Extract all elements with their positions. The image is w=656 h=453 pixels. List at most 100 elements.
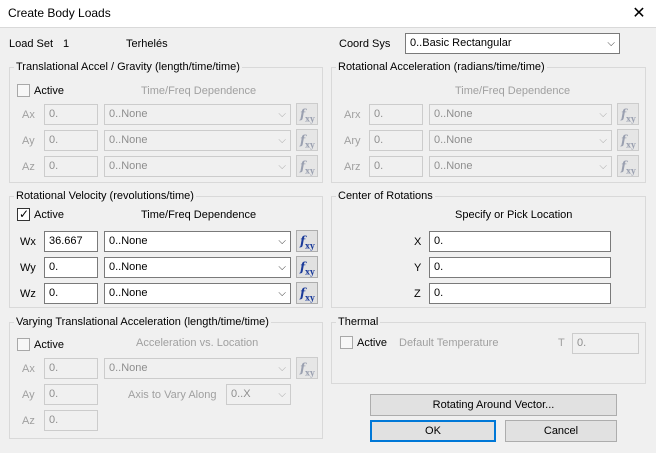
thermal-t-label: T [558, 337, 565, 349]
center-subtitle: Specify or Pick Location [455, 209, 573, 221]
thermal-title: Thermal [336, 315, 381, 329]
coord-sys-value: 0..Basic Rectangular [410, 37, 512, 49]
wy-label: Wy [20, 262, 36, 274]
varying-function-xy-icon[interactable]: fxy [296, 357, 318, 379]
thermal-temp-label: Default Temperature [399, 337, 499, 349]
varying-az-input[interactable]: 0. [44, 410, 98, 431]
az-input[interactable]: 0. [44, 156, 98, 177]
chevron-down-icon: ⌵ [278, 389, 286, 400]
varying-axis-value: 0..X [231, 388, 251, 400]
ax-label: Ax [22, 109, 35, 121]
translational-dependence-label: Time/Freq Dependence [141, 85, 257, 97]
rotating-around-vector-button[interactable]: Rotating Around Vector... [370, 394, 617, 416]
wy-function-value: 0..None [109, 261, 148, 273]
center-x-input[interactable]: 0. [429, 231, 611, 252]
chevron-down-icon: ⌵ [599, 109, 607, 120]
varying-title: Varying Translational Acceleration (leng… [14, 315, 271, 329]
az-label: Az [22, 161, 35, 173]
az-function-select[interactable]: 0..None ⌵ [104, 156, 291, 177]
wz-function-select[interactable]: 0..None ⌵ [104, 283, 291, 304]
ay-function-value: 0..None [109, 134, 148, 146]
wy-input[interactable]: 0. [44, 257, 98, 278]
wx-label: Wx [20, 236, 36, 248]
translational-title: Translational Accel / Gravity (length/ti… [14, 60, 242, 74]
thermal-active-checkbox[interactable] [340, 336, 353, 349]
arx-function-value: 0..None [434, 108, 473, 120]
thermal-active-label: Active [357, 337, 387, 349]
wx-function-select[interactable]: 0..None ⌵ [104, 231, 291, 252]
varying-ax-input[interactable]: 0. [44, 358, 98, 379]
ary-function-xy-icon[interactable]: fxy [617, 129, 639, 151]
wx-function-value: 0..None [109, 235, 148, 247]
chevron-down-icon: ⌵ [278, 135, 286, 146]
varying-accel-label: Acceleration vs. Location [136, 337, 259, 349]
center-title: Center of Rotations [336, 189, 435, 203]
chevron-down-icon: ⌵ [607, 38, 615, 49]
rotational-velocity-active-checkbox[interactable]: ✓ [17, 207, 30, 221]
chevron-down-icon: ⌵ [278, 161, 286, 172]
thermal-t-input[interactable]: 0. [572, 333, 639, 354]
ay-function-select[interactable]: 0..None ⌵ [104, 130, 291, 151]
ok-button[interactable]: OK [370, 420, 496, 442]
wx-input[interactable]: 36.667 [44, 231, 98, 252]
wy-function-xy-icon[interactable]: fxy [296, 256, 318, 278]
chevron-down-icon: ⌵ [278, 109, 286, 120]
ax-input[interactable]: 0. [44, 104, 98, 125]
varying-function-value: 0..None [109, 362, 148, 374]
ax-function-select[interactable]: 0..None ⌵ [104, 104, 291, 125]
arz-function-select[interactable]: 0..None ⌵ [429, 156, 612, 177]
check-icon: ✓ [19, 207, 30, 221]
varying-ay-input[interactable]: 0. [44, 384, 98, 405]
arx-function-xy-icon[interactable]: fxy [617, 103, 639, 125]
wz-label: Wz [20, 288, 36, 300]
center-z-label: Z [414, 288, 421, 300]
ay-label: Ay [22, 135, 35, 147]
varying-ax-label: Ax [22, 363, 35, 375]
chevron-down-icon: ⌵ [278, 236, 286, 247]
rotational-velocity-active-label: Active [34, 209, 64, 221]
chevron-down-icon: ⌵ [278, 288, 286, 299]
chevron-down-icon: ⌵ [278, 262, 286, 273]
chevron-down-icon: ⌵ [599, 135, 607, 146]
ay-input[interactable]: 0. [44, 130, 98, 151]
ax-function-value: 0..None [109, 108, 148, 120]
wz-input[interactable]: 0. [44, 283, 98, 304]
wx-function-xy-icon[interactable]: fxy [296, 230, 318, 252]
varying-active-label: Active [34, 339, 64, 351]
varying-axis-select[interactable]: 0..X ⌵ [226, 384, 291, 405]
center-y-input[interactable]: 0. [429, 257, 611, 278]
close-button[interactable]: ✕ [622, 2, 656, 26]
arx-input[interactable]: 0. [369, 104, 423, 125]
varying-az-label: Az [22, 415, 35, 427]
ary-input[interactable]: 0. [369, 130, 423, 151]
coord-sys-label: Coord Sys [339, 38, 391, 50]
wy-function-select[interactable]: 0..None ⌵ [104, 257, 291, 278]
arz-label: Arz [344, 161, 361, 173]
close-icon: ✕ [632, 5, 646, 22]
chevron-down-icon: ⌵ [278, 363, 286, 374]
arz-function-xy-icon[interactable]: fxy [617, 155, 639, 177]
rotational-accel-dependence-label: Time/Freq Dependence [455, 85, 571, 97]
az-function-value: 0..None [109, 160, 148, 172]
arx-label: Arx [344, 109, 361, 121]
load-set-name: Terhelés [126, 38, 168, 50]
load-set-label: Load Set [9, 38, 54, 50]
coord-sys-select[interactable]: 0..Basic Rectangular ⌵ [405, 33, 620, 54]
az-function-xy-icon[interactable]: fxy [296, 155, 318, 177]
translational-active-label: Active [34, 85, 64, 97]
rotational-velocity-dependence-label: Time/Freq Dependence [141, 209, 257, 221]
ary-function-select[interactable]: 0..None ⌵ [429, 130, 612, 151]
arz-function-value: 0..None [434, 160, 473, 172]
cancel-button[interactable]: Cancel [505, 420, 617, 442]
varying-active-checkbox[interactable] [17, 338, 30, 351]
varying-axis-label: Axis to Vary Along [128, 389, 217, 401]
varying-function-select[interactable]: 0..None ⌵ [104, 358, 291, 379]
wz-function-xy-icon[interactable]: fxy [296, 282, 318, 304]
arz-input[interactable]: 0. [369, 156, 423, 177]
varying-ay-label: Ay [22, 389, 35, 401]
ax-function-xy-icon[interactable]: fxy [296, 103, 318, 125]
translational-active-checkbox[interactable] [17, 84, 30, 97]
ay-function-xy-icon[interactable]: fxy [296, 129, 318, 151]
center-z-input[interactable]: 0. [429, 283, 611, 304]
arx-function-select[interactable]: 0..None ⌵ [429, 104, 612, 125]
